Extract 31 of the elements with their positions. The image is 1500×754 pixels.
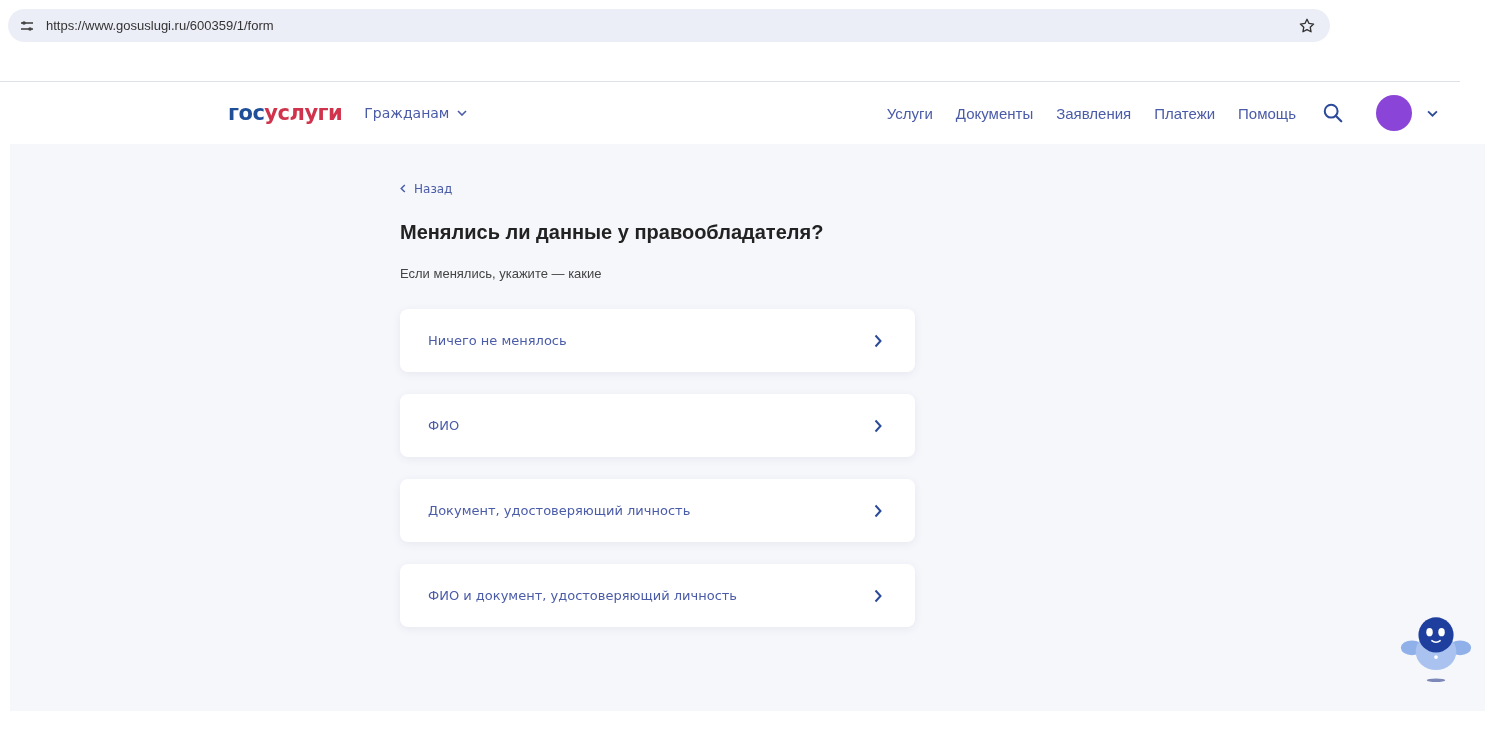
bookmark-star-icon[interactable] [1298,16,1316,35]
nav-link[interactable]: Документы [955,104,1034,122]
back-link[interactable]: Назад [400,181,453,196]
site-settings-icon[interactable] [20,19,34,32]
address-bar[interactable]: https://www.gosuslugi.ru/600359/1/form [8,9,1330,42]
chevron-down-icon [457,110,468,116]
chevron-right-icon [874,588,882,603]
option-label: ФИО [428,418,460,433]
page-title: Менялись ли данные у правообладателя? [400,221,825,244]
audience-dropdown[interactable]: Гражданам [364,105,468,121]
nav-link[interactable]: Услуги [886,104,933,122]
avatar[interactable] [1376,95,1412,131]
chevron-down-icon[interactable] [1427,109,1438,117]
nav-link[interactable]: Помощь [1238,104,1296,122]
chevron-right-icon [874,418,882,433]
url-text: https://www.gosuslugi.ru/600359/1/form [46,18,275,33]
chevron-left-icon [400,184,406,193]
chevron-right-icon [874,333,882,348]
chevron-right-icon [874,503,882,518]
option-label: Ничего не менялось [428,333,567,348]
option-label: ФИО и документ, удостоверяющий личность [428,588,738,603]
option-card[interactable]: ФИО и документ, удостоверяющий личность [400,564,915,627]
nav-link[interactable]: Платежи [1154,104,1216,122]
search-icon[interactable] [1322,102,1344,124]
nav-link[interactable]: Заявления [1056,104,1132,122]
option-card[interactable]: Ничего не менялось [400,309,915,372]
gosuslugi-logo[interactable]: госуслуги [228,101,343,125]
option-card[interactable]: ФИО [400,394,915,457]
option-label: Документ, удостоверяющий личность [428,503,691,518]
subtitle: Если менялись, укажите — какие [400,266,603,281]
option-card[interactable]: Документ, удостоверяющий личность [400,479,915,542]
